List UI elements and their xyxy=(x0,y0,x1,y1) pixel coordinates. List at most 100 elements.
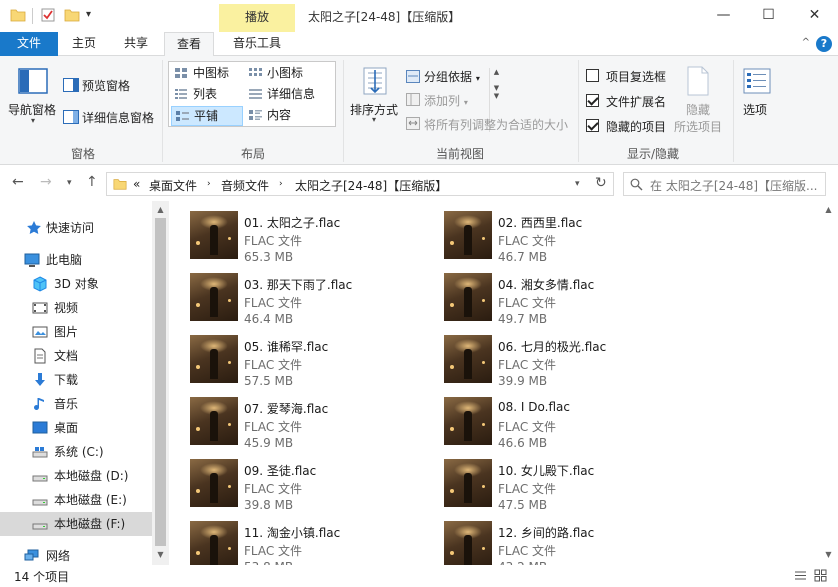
nav-item-documents[interactable]: 文档 xyxy=(0,344,152,368)
nav-item-videos[interactable]: 视频 xyxy=(0,296,152,320)
close-button[interactable]: ✕ xyxy=(792,0,837,31)
refresh-icon[interactable]: ↻ xyxy=(595,175,607,191)
address-dropdown-icon[interactable]: ▾ xyxy=(575,179,580,189)
file-tile[interactable]: 12. 乡间的路.flacFLAC 文件43.2 MB xyxy=(444,517,684,565)
details-icon xyxy=(249,89,262,99)
nav-item-music[interactable]: 音乐 xyxy=(0,392,152,416)
file-name: 04. 湘女多情.flac xyxy=(498,278,595,292)
nav-item-downloads[interactable]: 下载 xyxy=(0,368,152,392)
layout-tiles[interactable]: 平铺 xyxy=(171,106,243,126)
minimize-button[interactable]: — xyxy=(701,0,746,31)
layout-content-label: 内容 xyxy=(267,108,292,122)
scroll-down-arrow-icon[interactable]: ▼ xyxy=(820,546,837,563)
address-bar[interactable]: « 桌面文件 › 音频文件 › 太阳之子[24-48]【压缩版】 ▾ ↻ xyxy=(106,172,614,196)
ribbon-collapse-icon[interactable]: ^ xyxy=(802,37,810,48)
back-arrow-icon[interactable]: ← xyxy=(12,174,24,190)
file-tile[interactable]: 07. 爱琴海.flac FLAC 文件 45.9 MB xyxy=(190,393,430,451)
drive-icon xyxy=(32,499,48,506)
tab-share[interactable]: 共享 xyxy=(110,32,162,56)
address-overflow-chevron[interactable]: « xyxy=(133,177,140,191)
nav-item-local-disk-e[interactable]: 本地磁盘 (E:) xyxy=(0,488,152,512)
scroll-down-arrow-icon[interactable]: ▼ xyxy=(152,546,169,563)
file-tile[interactable]: 05. 谁稀罕.flac FLAC 文件 57.5 MB xyxy=(190,331,430,389)
options-button[interactable]: 选项 xyxy=(743,101,767,118)
details-pane-button[interactable]: 详细信息窗格 xyxy=(82,109,154,126)
file-tile[interactable]: 09. 圣徒.flac FLAC 文件 39.8 MB xyxy=(190,455,430,513)
file-tile[interactable]: 01. 太阳之子.flac FLAC 文件 65.3 MB xyxy=(190,207,430,265)
search-box[interactable]: 在 太阳之子[24-48]【压缩版... xyxy=(623,172,826,196)
forward-arrow-icon[interactable]: → xyxy=(40,174,52,190)
customize-quick-access-icon[interactable]: ▾ xyxy=(86,9,91,20)
layout-small-icons-label: 小图标 xyxy=(267,66,304,80)
nav-item-local-disk-f[interactable]: 本地磁盘 (F:) xyxy=(0,512,152,536)
group-by-button[interactable]: 分组依据 ▾ xyxy=(424,68,480,85)
hidden-items-label[interactable]: 隐藏的项目 xyxy=(606,118,666,135)
breadcrumb-item[interactable]: 音频文件 xyxy=(221,177,269,194)
properties-icon[interactable] xyxy=(40,7,56,23)
breadcrumb-separator-icon[interactable]: › xyxy=(279,179,283,189)
nav-pane-scrollbar[interactable]: ▲ ▼ xyxy=(152,201,169,565)
layout-medium-icons-label: 中图标 xyxy=(193,66,230,80)
recent-locations-icon[interactable]: ▾ xyxy=(67,178,72,188)
nav-item-system-c[interactable]: 系统 (C:) xyxy=(0,440,152,464)
sort-by-dropdown-icon[interactable]: ▾ xyxy=(372,115,376,124)
content-scrollbar[interactable]: ▲ ▼ xyxy=(820,201,837,565)
up-arrow-icon[interactable]: ↑ xyxy=(86,174,98,190)
layout-medium-icons[interactable]: 中图标 xyxy=(171,64,243,84)
nav-item-this-pc[interactable]: 此电脑 xyxy=(0,248,152,272)
file-type: FLAC 文件 xyxy=(244,544,303,558)
navigation-pane-dropdown-icon[interactable]: ▾ xyxy=(31,116,35,125)
list-icon xyxy=(175,89,187,99)
nav-item-pictures[interactable]: 图片 xyxy=(0,320,152,344)
layout-small-icons[interactable]: 小图标 xyxy=(245,64,325,84)
tab-file[interactable]: 文件 xyxy=(0,32,58,56)
item-checkboxes-checkbox[interactable] xyxy=(586,69,599,82)
new-folder-icon[interactable] xyxy=(64,7,80,23)
nav-item-quick-access[interactable]: 快速访问 xyxy=(0,216,152,240)
nav-pane-scroll-thumb[interactable] xyxy=(155,218,166,546)
help-icon[interactable]: ? xyxy=(816,36,832,52)
hide-selected-line1[interactable]: 隐藏 xyxy=(686,101,710,118)
layout-details[interactable]: 详细信息 xyxy=(245,85,325,105)
file-tile[interactable]: 10. 女儿殿下.flac FLAC 文件 47.5 MB xyxy=(444,455,684,513)
file-type: FLAC 文件 xyxy=(244,234,303,248)
layout-list[interactable]: 列表 xyxy=(171,85,243,105)
file-tile[interactable]: 03. 那天下雨了.flac FLAC 文件 46.4 MB xyxy=(190,269,430,327)
large-icons-view-icon[interactable] xyxy=(814,569,827,582)
desktop-icon xyxy=(32,421,48,434)
breadcrumb-item[interactable]: 太阳之子[24-48]【压缩版】 xyxy=(295,177,447,194)
nav-item-3d-objects[interactable]: 3D 对象 xyxy=(0,272,152,296)
context-tab-play[interactable]: 播放 xyxy=(219,4,295,32)
nav-item-local-disk-d[interactable]: 本地磁盘 (D:) xyxy=(0,464,152,488)
hide-selected-line2[interactable]: 所选项目 xyxy=(674,118,722,135)
scroll-up-arrow-icon[interactable]: ▲ xyxy=(820,201,837,218)
hidden-items-checkbox[interactable] xyxy=(586,119,599,132)
scroll-up-arrow-icon[interactable]: ▲ xyxy=(152,201,169,218)
file-extensions-label[interactable]: 文件扩展名 xyxy=(606,93,666,110)
item-checkboxes-label[interactable]: 项目复选框 xyxy=(606,68,666,85)
add-column-button[interactable]: 添加列 ▾ xyxy=(424,92,468,109)
file-tile[interactable]: 11. 淘金小镇.flacFLAC 文件53.8 MB xyxy=(190,517,430,565)
file-tile[interactable]: 06. 七月的极光.flac FLAC 文件 39.9 MB xyxy=(444,331,684,389)
details-view-icon[interactable] xyxy=(794,569,807,582)
breadcrumb-item[interactable]: 桌面文件 xyxy=(149,177,197,194)
system-drive-icon xyxy=(32,447,48,458)
tab-home[interactable]: 主页 xyxy=(58,32,110,56)
file-extensions-checkbox[interactable] xyxy=(586,94,599,107)
tab-music-tools[interactable]: 音乐工具 xyxy=(219,32,295,56)
layout-content[interactable]: 内容 xyxy=(245,106,325,126)
file-size: 57.5 MB xyxy=(244,374,294,388)
file-tile[interactable]: 08. I Do.flac FLAC 文件 46.6 MB xyxy=(444,393,684,451)
computer-icon xyxy=(24,253,40,267)
size-all-columns-button[interactable]: 将所有列调整为合适的大小 xyxy=(424,116,568,133)
nav-item-desktop[interactable]: 桌面 xyxy=(0,416,152,440)
file-size: 39.8 MB xyxy=(244,498,294,512)
file-size: 39.9 MB xyxy=(498,374,548,388)
preview-pane-button[interactable]: 预览窗格 xyxy=(82,77,130,94)
breadcrumb-separator-icon[interactable]: › xyxy=(207,179,211,189)
album-art-thumbnail xyxy=(444,335,492,383)
file-tile[interactable]: 04. 湘女多情.flac FLAC 文件 49.7 MB xyxy=(444,269,684,327)
file-tile[interactable]: 02. 西西里.flac FLAC 文件 46.7 MB xyxy=(444,207,684,265)
maximize-button[interactable]: ☐ xyxy=(746,0,791,31)
tab-view[interactable]: 查看 xyxy=(164,32,214,57)
